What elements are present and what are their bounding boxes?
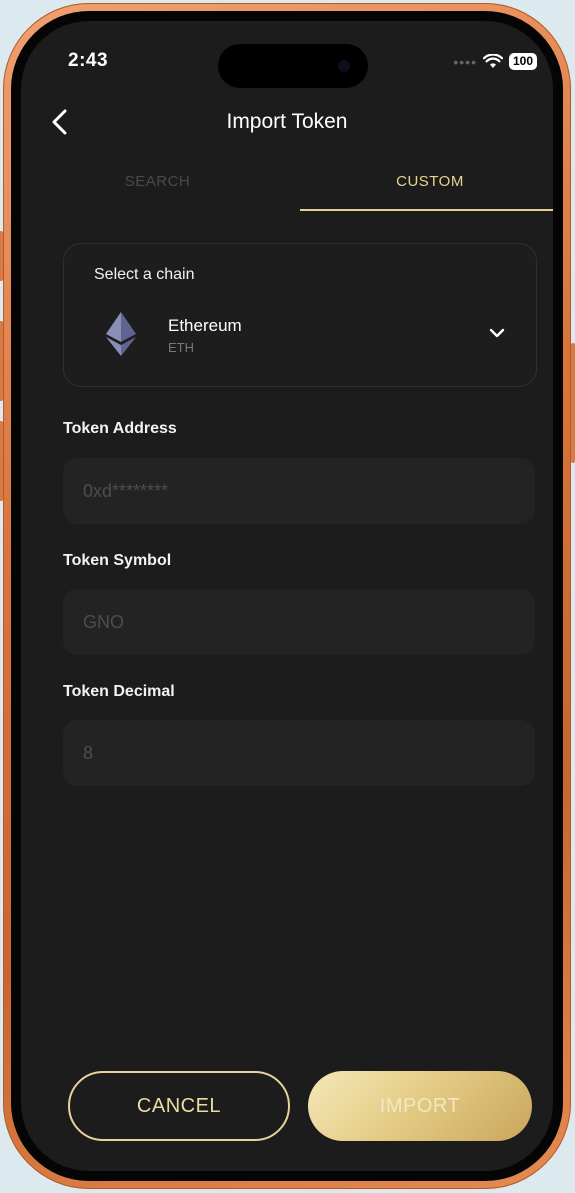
token-decimal-input[interactable] (63, 720, 535, 786)
status-icons: •••• 100 (453, 53, 537, 70)
wifi-icon (482, 54, 503, 68)
side-button-action (0, 231, 3, 281)
tab-search[interactable]: SEARCH (21, 173, 294, 209)
token-address-input[interactable] (63, 458, 535, 524)
active-tab-indicator (300, 209, 553, 211)
page-title: Import Token (226, 110, 348, 133)
tab-custom[interactable]: CUSTOM (294, 173, 553, 209)
camera-icon (338, 60, 350, 72)
token-symbol-input[interactable] (63, 589, 535, 655)
phone-frame: 2:43 •••• 100 Import Token SEARCH CUSTOM… (0, 3, 575, 1189)
token-address-label: Token Address (63, 420, 177, 437)
battery-icon: 100 (508, 53, 537, 70)
import-button[interactable]: IMPORT (308, 1071, 532, 1141)
dynamic-island (218, 44, 368, 88)
chain-name: Ethereum (168, 316, 242, 335)
cancel-button[interactable]: CANCEL (68, 1071, 290, 1141)
side-button-power (571, 343, 575, 463)
chain-selector-label: Select a chain (94, 266, 195, 283)
token-decimal-label: Token Decimal (63, 683, 175, 700)
status-time: 2:43 (68, 50, 109, 71)
side-button-volume-down (0, 421, 3, 501)
screen: 2:43 •••• 100 Import Token SEARCH CUSTOM… (21, 21, 553, 1171)
ethereum-icon (106, 312, 136, 356)
side-button-volume-up (0, 321, 3, 401)
chain-selector[interactable]: Select a chain Ethereum ETH (63, 243, 537, 387)
chevron-down-icon[interactable] (488, 324, 506, 342)
chain-symbol: ETH (168, 340, 194, 355)
token-symbol-label: Token Symbol (63, 552, 172, 569)
phone-bezel: 2:43 •••• 100 Import Token SEARCH CUSTOM… (11, 11, 563, 1181)
signal-icon: •••• (453, 53, 477, 70)
